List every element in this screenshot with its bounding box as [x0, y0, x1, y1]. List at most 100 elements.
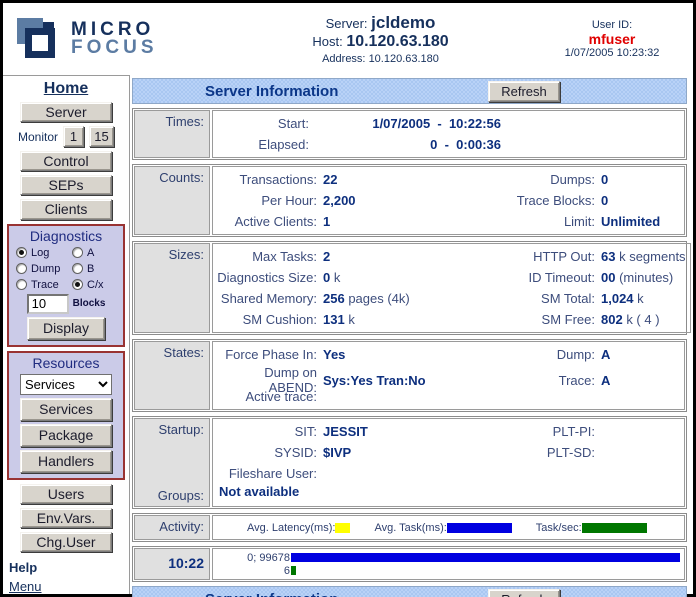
activity-content: Avg. Latency(ms): Avg. Task(ms): Task/se…: [212, 515, 685, 540]
page-title-bottom: Server Information: [205, 591, 338, 597]
control-button[interactable]: Control: [20, 151, 112, 171]
section-times: Times: Start: 1/07/2005 - 10:22:56 Elaps…: [132, 108, 687, 160]
radio-b[interactable]: B: [72, 263, 116, 275]
radio-trace[interactable]: Trace: [16, 279, 72, 291]
field-value: Sys:Yes Tran:No: [319, 373, 469, 388]
history-line-2: 6: [217, 564, 680, 577]
diagnostics-title: Diagnostics: [30, 228, 102, 244]
states-label: States:: [134, 341, 210, 410]
sizes-content: Max Tasks: 2 HTTP Out: 63 k segments Dia…: [212, 243, 691, 333]
radio-b-icon[interactable]: [72, 263, 83, 274]
radio-trace-icon[interactable]: [16, 279, 27, 290]
blocks-row: Blocks: [27, 294, 106, 314]
seps-button[interactable]: SEPs: [20, 175, 112, 195]
radio-dump-label: Dump: [31, 263, 60, 275]
startup-content: SIT: JESSIT PLT-PI: SYSID: $IVP PLT-SD: …: [212, 418, 685, 507]
field-label: Dumps:: [469, 172, 597, 187]
field-label: HTTP Out:: [469, 249, 597, 264]
resources-panel: Resources Services Services Package Hand…: [7, 351, 125, 480]
section-states: States: Force Phase In: Yes Dump: A Dump…: [132, 339, 687, 412]
display-button[interactable]: Display: [27, 317, 105, 340]
legend-task-ms: Avg. Task(ms):: [374, 522, 511, 534]
radio-cx-icon[interactable]: [72, 279, 83, 290]
field-label: ID Timeout:: [469, 270, 597, 285]
radio-log-icon[interactable]: [16, 247, 27, 258]
clients-button[interactable]: Clients: [20, 199, 112, 219]
users-button[interactable]: Users: [20, 484, 112, 504]
times-row: Elapsed: 0 - 0:00:36: [217, 134, 680, 155]
field-label: Active trace:: [217, 389, 319, 404]
radio-a[interactable]: A: [72, 247, 116, 259]
counts-content: Transactions: 22 Dumps: 0 Per Hour: 2,20…: [212, 166, 685, 235]
handlers-button[interactable]: Handlers: [20, 450, 112, 473]
field-value: 0: [597, 172, 680, 187]
home-link[interactable]: Home: [44, 80, 88, 98]
field-label: Limit:: [469, 214, 597, 229]
field-value: 00 (minutes): [597, 270, 686, 285]
field-label: Force Phase In:: [217, 347, 319, 362]
section-activity: Activity: Avg. Latency(ms): Avg. Task(ms…: [132, 513, 687, 542]
field-label: Shared Memory:: [217, 291, 319, 306]
field-value: 1,024 k: [597, 291, 686, 306]
blocks-input[interactable]: [27, 294, 69, 314]
server-name: jcldemo: [371, 13, 435, 32]
radio-dump[interactable]: Dump: [16, 263, 72, 275]
section-history: 10:22 0; 99678 6: [132, 546, 687, 582]
startup-label-cell: Startup: Groups:: [134, 418, 210, 507]
field-label: Transactions:: [217, 172, 319, 187]
services-button[interactable]: Services: [20, 398, 112, 421]
content: Home Server Monitor 1 15 Control SEPs Cl…: [3, 75, 693, 594]
monitor-15-button[interactable]: 15: [89, 126, 114, 147]
chguser-button[interactable]: Chg.User: [20, 532, 112, 552]
sidebar: Home Server Monitor 1 15 Control SEPs Cl…: [3, 75, 130, 594]
field-label: Max Tasks:: [217, 249, 319, 264]
logo-text: MICRO FOCUS: [71, 21, 158, 57]
timestamp: 1/07/2005 10:23:32: [543, 47, 681, 59]
micro-focus-logo-icon: [13, 16, 63, 62]
field-value: 131 k: [319, 312, 469, 327]
resources-select[interactable]: Services: [20, 374, 112, 395]
field-label: SM Cushion:: [217, 312, 319, 327]
field-value: 256 pages (4k): [319, 291, 469, 306]
groups-label: Groups:: [137, 488, 204, 503]
page-title: Server Information: [205, 83, 338, 100]
field-label: SYSID:: [217, 445, 319, 460]
field-label: PLT-PI:: [469, 424, 597, 439]
radio-a-icon[interactable]: [72, 247, 83, 258]
diagnostics-radio-group: Log A Dump B: [16, 247, 116, 291]
refresh-button-top[interactable]: Refresh: [488, 81, 560, 102]
monitor-label: Monitor: [18, 130, 58, 144]
menu-link[interactable]: Menu: [9, 579, 42, 594]
legend-task-sec: Task/sec:: [536, 522, 647, 534]
radio-b-label: B: [87, 263, 94, 275]
server-button[interactable]: Server: [20, 102, 112, 122]
resources-title: Resources: [33, 355, 100, 371]
refresh-button-bottom[interactable]: Refresh: [488, 589, 560, 597]
field-label: Per Hour:: [217, 193, 319, 208]
field-label: Start:: [217, 116, 309, 131]
sizes-label: Sizes:: [134, 243, 210, 333]
radio-cx-label: C/x: [87, 279, 104, 291]
envvars-button[interactable]: Env.Vars.: [20, 508, 112, 528]
radio-cx[interactable]: C/x: [72, 279, 116, 291]
radio-dump-icon[interactable]: [16, 263, 27, 274]
radio-log[interactable]: Log: [16, 247, 72, 259]
sizes-row: Shared Memory: 256 pages (4k) SM Total: …: [217, 288, 686, 309]
states-row: Dump on ABEND: Sys:Yes Tran:No Trace: A: [217, 365, 680, 386]
counts-row: Transactions: 22 Dumps: 0: [217, 169, 680, 190]
main-panel: Server Information Refresh Times: Start:…: [130, 75, 693, 594]
monitor-1-button[interactable]: 1: [63, 126, 84, 147]
radio-log-label: Log: [31, 247, 49, 259]
history-content: 0; 99678 6: [212, 548, 685, 580]
sizes-row: Diagnostics Size: 0 k ID Timeout: 00 (mi…: [217, 267, 686, 288]
package-button[interactable]: Package: [20, 424, 112, 447]
field-value: 0: [597, 193, 680, 208]
host-value: 10.120.63.180: [346, 33, 448, 50]
field-value: 2: [319, 249, 469, 264]
times-label: Times:: [134, 110, 210, 158]
field-value: Unlimited: [597, 214, 680, 229]
radio-trace-label: Trace: [31, 279, 59, 291]
startup-row: SIT: JESSIT PLT-PI:: [217, 421, 680, 442]
startup-label: Startup:: [137, 422, 204, 437]
field-value: 22: [319, 172, 469, 187]
